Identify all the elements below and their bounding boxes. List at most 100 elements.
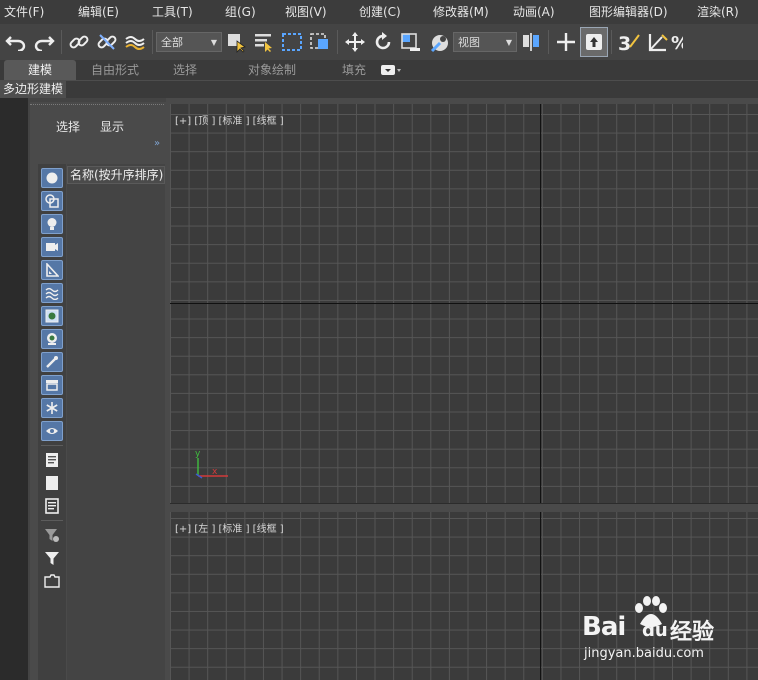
scene-object-list[interactable]: 名称(按升序排序) — [67, 164, 165, 680]
percent-snap-button[interactable]: % — [671, 27, 683, 57]
display-all-button[interactable] — [41, 450, 63, 470]
camera-icon — [46, 243, 58, 251]
filter-hidden-button[interactable] — [41, 421, 63, 441]
rotate-icon — [375, 32, 391, 50]
name-column-header[interactable]: 名称(按升序排序) — [67, 166, 165, 184]
menu-file[interactable]: 文件(F) — [0, 0, 74, 24]
viewport-top-label[interactable]: [+] [顶 ] [标准 ] [线框 ] — [175, 112, 284, 127]
viewport-separator — [166, 504, 758, 512]
tab-object-paint[interactable]: 对象绘制 — [216, 60, 328, 80]
menu-bar: 文件(F) 编辑(E) 工具(T) 组(G) 视图(V) 创建(C) 修改器(M… — [0, 0, 758, 24]
spacewarp-icon — [125, 36, 145, 50]
snap-3d-button[interactable]: 3 — [615, 27, 643, 57]
menu-graph-editors[interactable]: 图形编辑器(D) — [585, 0, 693, 24]
expand-panel-icon[interactable]: » — [154, 138, 160, 149]
menu-create[interactable]: 创建(C) — [355, 0, 429, 24]
explorer-tab-display[interactable]: 显示 — [100, 118, 124, 135]
helper-ruler-icon — [46, 263, 59, 277]
watermark-url: jingyan.baidu.com — [584, 646, 704, 661]
tab-populate[interactable]: 填充 — [328, 60, 380, 80]
place-icon — [430, 35, 448, 53]
layer-explorer-button[interactable] — [41, 571, 63, 591]
filter-xrefs-button[interactable] — [41, 329, 63, 349]
lightbulb-icon — [47, 218, 57, 230]
toolbar-separator — [61, 30, 62, 54]
select-and-rotate-button[interactable] — [369, 27, 397, 57]
ribbon-options-button[interactable] — [380, 63, 404, 77]
xref-globe-icon — [47, 333, 57, 345]
scale-icon — [401, 33, 420, 51]
ribbon-tabs: 建模 自由形式 选择 对象绘制 填充 — [0, 60, 758, 80]
pivot-center-icon — [523, 33, 539, 51]
rectangular-selection-icon — [282, 33, 302, 51]
select-by-name-button[interactable] — [250, 27, 278, 57]
filter-bones-button[interactable] — [41, 352, 63, 372]
reference-coordinate-dropdown[interactable]: 视图 ▼ — [453, 32, 517, 52]
container-icon — [46, 380, 58, 391]
select-and-scale-button[interactable] — [397, 27, 425, 57]
left-dock-strip — [0, 98, 28, 680]
selection-filter-value: 全部 — [161, 36, 183, 49]
angle-snap-button[interactable] — [643, 27, 671, 57]
window-crossing-button[interactable] — [306, 27, 334, 57]
filter-frozen-button[interactable] — [41, 398, 63, 418]
toolbar-separator — [548, 30, 549, 54]
select-by-name-icon — [255, 34, 272, 52]
redo-button[interactable] — [30, 27, 58, 57]
tab-selection[interactable]: 选择 — [154, 60, 216, 80]
menu-group[interactable]: 组(G) — [221, 0, 281, 24]
scene-explorer: 选择 显示 » 名称(按升序排序) — [30, 102, 166, 680]
unlink-button[interactable] — [93, 27, 121, 57]
display-invert-button[interactable] — [41, 496, 63, 516]
pivot-center-button[interactable] — [517, 27, 545, 57]
keyboard-shortcut-override-button[interactable] — [580, 27, 608, 57]
display-none-button[interactable] — [41, 473, 63, 493]
viewport-left-label[interactable]: [+] [左 ] [标准 ] [线框 ] — [175, 520, 284, 535]
toolbar-separator — [611, 30, 612, 54]
menu-modifiers[interactable]: 修改器(M) — [429, 0, 509, 24]
selection-filter-dropdown[interactable]: 全部 ▼ — [156, 32, 222, 52]
toolbar-separator — [152, 30, 153, 54]
link-icon — [69, 35, 89, 49]
select-manipulate-button[interactable] — [552, 27, 580, 57]
svg-text:3: 3 — [618, 33, 631, 53]
filter-spacewarps-button[interactable] — [41, 283, 63, 303]
menu-views[interactable]: 视图(V) — [281, 0, 355, 24]
folder-outline-icon — [44, 574, 60, 588]
filter-cameras-button[interactable] — [41, 237, 63, 257]
select-object-button[interactable] — [222, 27, 250, 57]
filter-options-button[interactable] — [41, 525, 63, 545]
filter-lights-button[interactable] — [41, 214, 63, 234]
explorer-tab-select[interactable]: 选择 — [56, 118, 80, 135]
filter-shapes-button[interactable] — [41, 191, 63, 211]
select-and-move-button[interactable] — [341, 27, 369, 57]
filter-containers-button[interactable] — [41, 375, 63, 395]
axis-gizmo: y x — [195, 449, 228, 479]
chevron-down-icon — [381, 65, 401, 75]
filter-geometry-button[interactable] — [41, 168, 63, 188]
menu-tools[interactable]: 工具(T) — [148, 0, 221, 24]
polygon-modeling-label[interactable]: 多边形建模 — [0, 81, 67, 98]
watermark-brand-du: du — [642, 620, 668, 641]
snap-3d-icon: 3 — [618, 33, 640, 53]
select-and-place-button[interactable] — [425, 27, 453, 57]
filter-helpers-button[interactable] — [41, 260, 63, 280]
viewport-top[interactable]: [+] [顶 ] [标准 ] [线框 ] y x — [170, 104, 758, 504]
axis-y-label: y — [195, 449, 201, 459]
menu-edit[interactable]: 编辑(E) — [74, 0, 148, 24]
arrow-up-box-icon — [586, 34, 602, 50]
menu-animation[interactable]: 动画(A) — [509, 0, 585, 24]
bind-spacewarp-button[interactable] — [121, 27, 149, 57]
filter-groups-button[interactable] — [41, 306, 63, 326]
eye-icon — [46, 428, 58, 434]
undo-button[interactable] — [2, 27, 30, 57]
filter-toggle-button[interactable] — [41, 548, 63, 568]
tab-modeling[interactable]: 建模 — [4, 60, 76, 80]
tab-freeform[interactable]: 自由形式 — [76, 60, 154, 80]
watermark-jingyan-cn: 经验 — [670, 620, 715, 645]
panel-grip[interactable] — [30, 104, 164, 107]
rectangular-selection-button[interactable] — [278, 27, 306, 57]
select-object-icon — [228, 34, 246, 53]
link-button[interactable] — [65, 27, 93, 57]
menu-rendering[interactable]: 渲染(R) — [693, 0, 758, 24]
